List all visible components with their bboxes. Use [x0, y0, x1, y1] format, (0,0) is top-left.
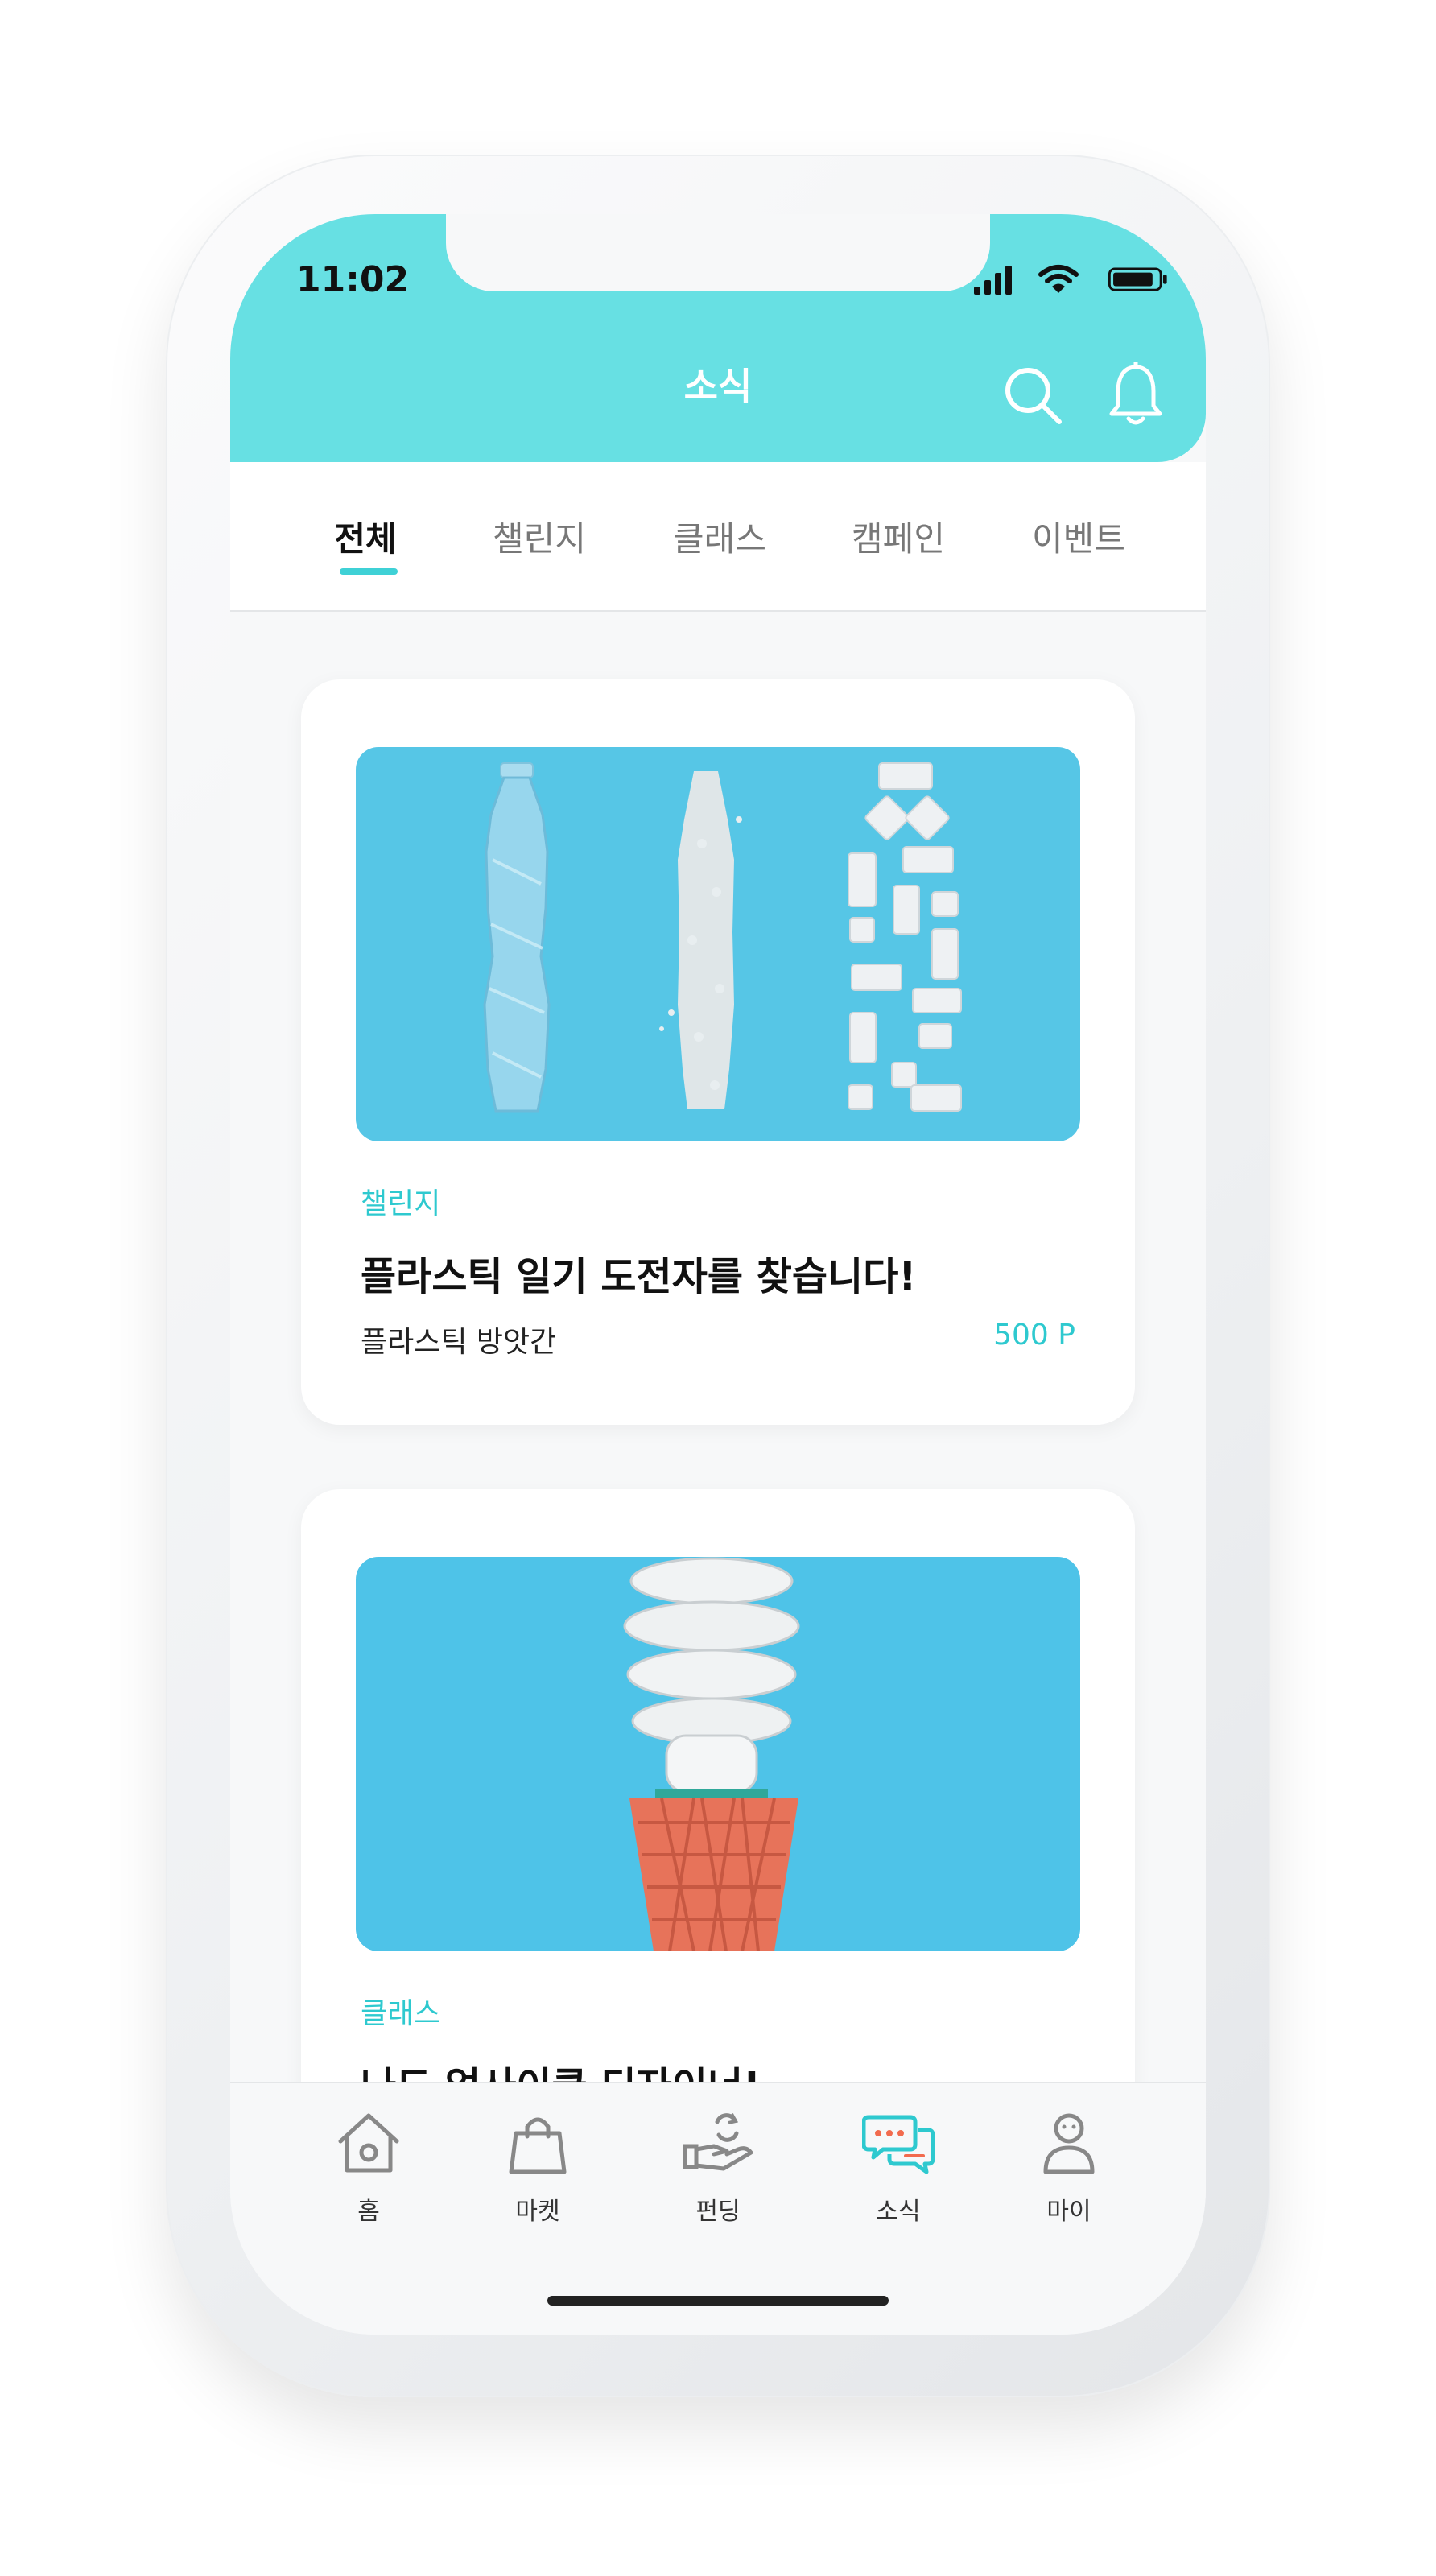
wifi-icon [1038, 265, 1079, 293]
app-header: 11:02 소식 [230, 214, 1206, 462]
status-time: 11:02 [296, 259, 410, 300]
nav-my[interactable]: 마이 [1005, 2109, 1133, 2227]
tab-challenge[interactable]: 챌린지 [493, 512, 586, 561]
waffle-cone-illustration [629, 1798, 798, 1951]
nav-news[interactable]: 소식 [834, 2109, 963, 2227]
home-icon [338, 2113, 399, 2173]
lightbulb-cone-photo [356, 1557, 1080, 1951]
tab-class[interactable]: 클래스 [673, 512, 766, 561]
nav-label: 소식 [876, 2198, 921, 2226]
tab-all[interactable]: 전체 [334, 512, 396, 561]
nav-label: 펀딩 [695, 2198, 741, 2226]
search-icon[interactable] [1003, 365, 1063, 425]
cellular-signal-icon [974, 266, 1012, 295]
chat-bubbles-icon [862, 2115, 935, 2174]
profile-icon [1043, 2113, 1095, 2174]
card-category: 챌린지 [361, 1187, 441, 1220]
battery-icon [1108, 267, 1167, 291]
card-category: 클래스 [361, 1997, 441, 2030]
tab-campaign[interactable]: 캠페인 [852, 512, 945, 561]
shopping-bag-icon [509, 2117, 567, 2174]
nav-home[interactable]: 홈 [304, 2109, 433, 2227]
tab-event[interactable]: 이벤트 [1032, 512, 1125, 561]
nav-label: 홈 [357, 2198, 380, 2226]
home-indicator[interactable] [547, 2296, 889, 2306]
card-title: 나도 업사이클 디자이너! [361, 2054, 761, 2085]
news-card[interactable]: 챌린지 플라스틱 일기 도전자를 찾습니다! 플라스틱 방앗간 500 P [301, 679, 1135, 1425]
nav-label: 마켓 [515, 2198, 560, 2226]
nav-label: 마이 [1046, 2198, 1091, 2226]
app-screen: 11:02 소식 전체 챌린지 클래스 캠페인 이벤트 챌린지 플라스틱 일기 … [230, 214, 1206, 2334]
category-tabs: 전체 챌린지 클래스 캠페인 이벤트 [230, 462, 1206, 612]
card-points: 500 P [993, 1319, 1075, 1352]
bell-icon[interactable] [1108, 362, 1164, 427]
device-notch [446, 214, 990, 291]
plastic-bottle-recycling-photo [356, 747, 1080, 1141]
active-tab-indicator [340, 568, 398, 575]
funding-hand-icon [683, 2113, 753, 2171]
nav-funding[interactable]: 펀딩 [654, 2109, 782, 2227]
nav-market[interactable]: 마켓 [473, 2109, 602, 2227]
plastic-bottle-illustration [483, 762, 551, 1113]
news-card[interactable]: 클래스 나도 업사이클 디자이너! [301, 1489, 1135, 2085]
card-title: 플라스틱 일기 도전자를 찾습니다! [361, 1254, 917, 1299]
card-organizer: 플라스틱 방앗간 [361, 1326, 557, 1359]
news-feed[interactable]: 챌린지 플라스틱 일기 도전자를 찾습니다! 플라스틱 방앗간 500 P 클래… [230, 612, 1206, 2085]
